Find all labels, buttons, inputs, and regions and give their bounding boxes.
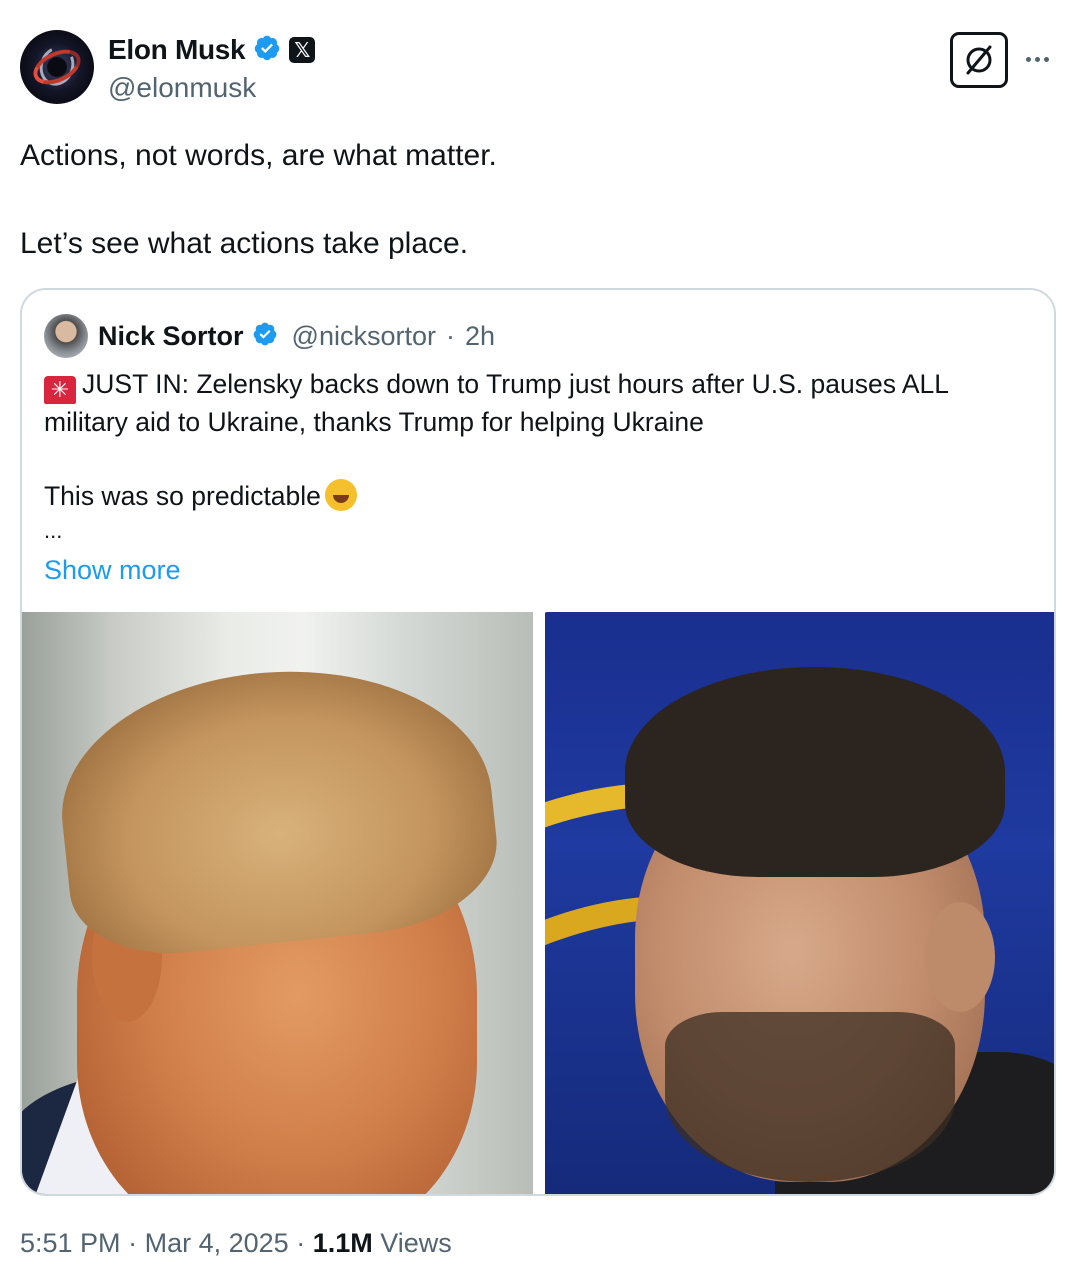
quoted-line-1: JUST IN: Zelensky backs down to Trump ju…: [44, 369, 949, 437]
quoted-avatar[interactable]: [44, 314, 88, 358]
quoted-media[interactable]: [22, 612, 1054, 1194]
quoted-handle[interactable]: @nicksortor: [292, 321, 436, 352]
grok-icon: [966, 45, 992, 75]
quoted-tweet-header: Nick Sortor @nicksortor · 2h: [44, 314, 495, 358]
photo-trump[interactable]: [22, 612, 533, 1194]
show-more-link[interactable]: Show more: [44, 552, 1014, 588]
photo-zelensky[interactable]: [545, 612, 1054, 1194]
meta-separator: ·: [296, 1228, 306, 1258]
main-avatar[interactable]: [20, 30, 94, 104]
post-date[interactable]: Mar 4, 2025: [145, 1228, 289, 1258]
more-options-button[interactable]: [1026, 44, 1056, 74]
quoted-display-name[interactable]: Nick Sortor: [98, 321, 244, 352]
views-label: Views: [380, 1228, 452, 1258]
meta-separator: ·: [446, 320, 455, 351]
author-display-name[interactable]: Elon Musk: [108, 34, 246, 66]
quoted-line-2: This was so predictable: [44, 481, 321, 511]
more-horizontal-icon: [1026, 56, 1031, 62]
tweet-footer: 5:51 PM · Mar 4, 2025 · 1.1M Views: [20, 1228, 452, 1259]
meta-separator: ·: [128, 1228, 138, 1258]
verified-badge-icon: [253, 34, 281, 67]
views-count: 1.1M: [312, 1228, 373, 1258]
tweet-paragraph: Let’s see what actions take place.: [20, 227, 469, 260]
tweet-paragraph: Actions, not words, are what matter.: [20, 139, 497, 172]
quoted-tweet-text: ✳ JUST IN: Zelensky backs down to Trump j…: [44, 366, 1014, 588]
quoted-time-ago[interactable]: 2h: [465, 321, 495, 352]
post-time[interactable]: 5:51 PM: [20, 1228, 121, 1258]
verified-badge-icon: [252, 321, 278, 352]
siren-emoji-icon: ✳: [44, 376, 76, 404]
quoted-tweet[interactable]: Nick Sortor @nicksortor · 2h ✳ JUST IN: Z…: [20, 288, 1056, 1196]
truncation-ellipsis: ...: [44, 518, 63, 543]
x-logo-icon: 𝕏: [289, 37, 316, 63]
rolling-laughing-emoji-icon: [324, 479, 357, 511]
author-block: Elon Musk 𝕏 @elonmusk: [108, 30, 316, 104]
author-handle[interactable]: @elonmusk: [108, 72, 315, 104]
grok-button[interactable]: [950, 32, 1008, 88]
